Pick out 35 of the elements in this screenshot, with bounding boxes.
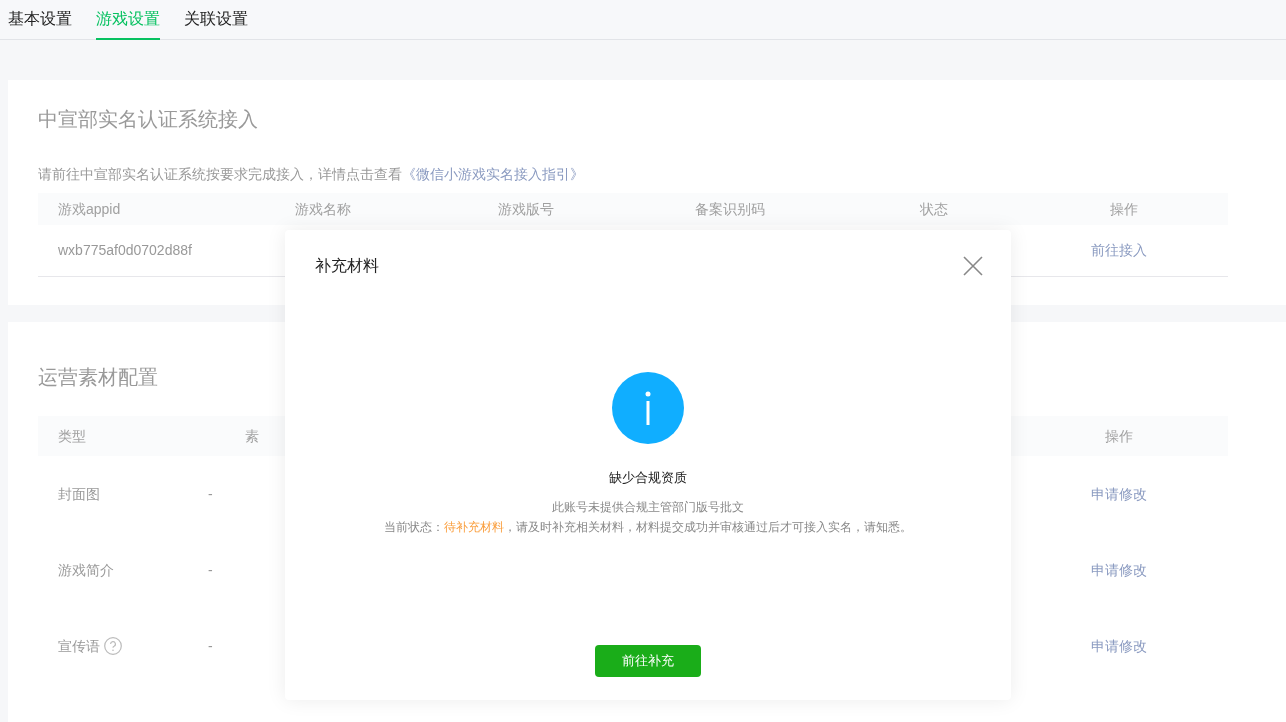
help-icon[interactable] [104,637,122,655]
column-header: 备案识别码 [695,199,766,219]
dialog-title: 补充材料 [315,256,379,276]
dialog-heading: 缺少合规资质 [609,469,687,487]
modify-link[interactable]: 申请修改 [1091,635,1147,657]
column-header: 游戏版号 [498,199,555,219]
column-header: 操作 [1105,426,1133,446]
table-cell-text: 封面图 [58,484,100,504]
column-header: 素 [245,426,260,446]
column-header: 游戏名称 [295,199,352,219]
column-header: 游戏appid [57,199,122,219]
column-header: 状态 [920,199,949,219]
section-title: 运营素材配置 [38,365,159,390]
connect-link[interactable]: 前往接入 [1091,240,1147,261]
column-header: 类型 [57,426,87,446]
table-cell-text: - [208,484,213,504]
status-text: 当前状态：待补充材料，请及时补充相关材料，材料提交成功并审核通过后才可接入实名，请知悉。 [384,518,912,536]
table-cell-text: 宣传语 [58,636,100,656]
table-cell-text: wxb775af0d0702d88f [57,241,192,260]
modify-link[interactable]: 申请修改 [1091,483,1147,505]
table-cell-text: - [208,560,213,580]
notice-text: 请前往中宣部实名认证系统按要求完成接入，详情点击查看 [38,166,402,182]
guide-link[interactable]: 《微信小游戏实名接入指引》 [402,166,584,182]
tab[interactable]: 关联设置 [184,0,248,40]
table-cell-text: - [208,636,213,656]
supplement-button[interactable]: 前往补充 [595,645,701,677]
table-cell-text: 游戏简介 [58,560,114,580]
tab[interactable]: 基本设置 [8,0,72,40]
dialog-message: 此账号未提供合规主管部门版号批文 [552,498,744,516]
tab[interactable]: 游戏设置 [96,0,160,40]
section-title: 中宣部实名认证系统接入 [38,107,259,132]
info-icon [612,372,684,444]
close-icon[interactable] [963,256,983,276]
modify-link[interactable]: 申请修改 [1091,559,1147,581]
column-header: 操作 [1110,199,1138,219]
